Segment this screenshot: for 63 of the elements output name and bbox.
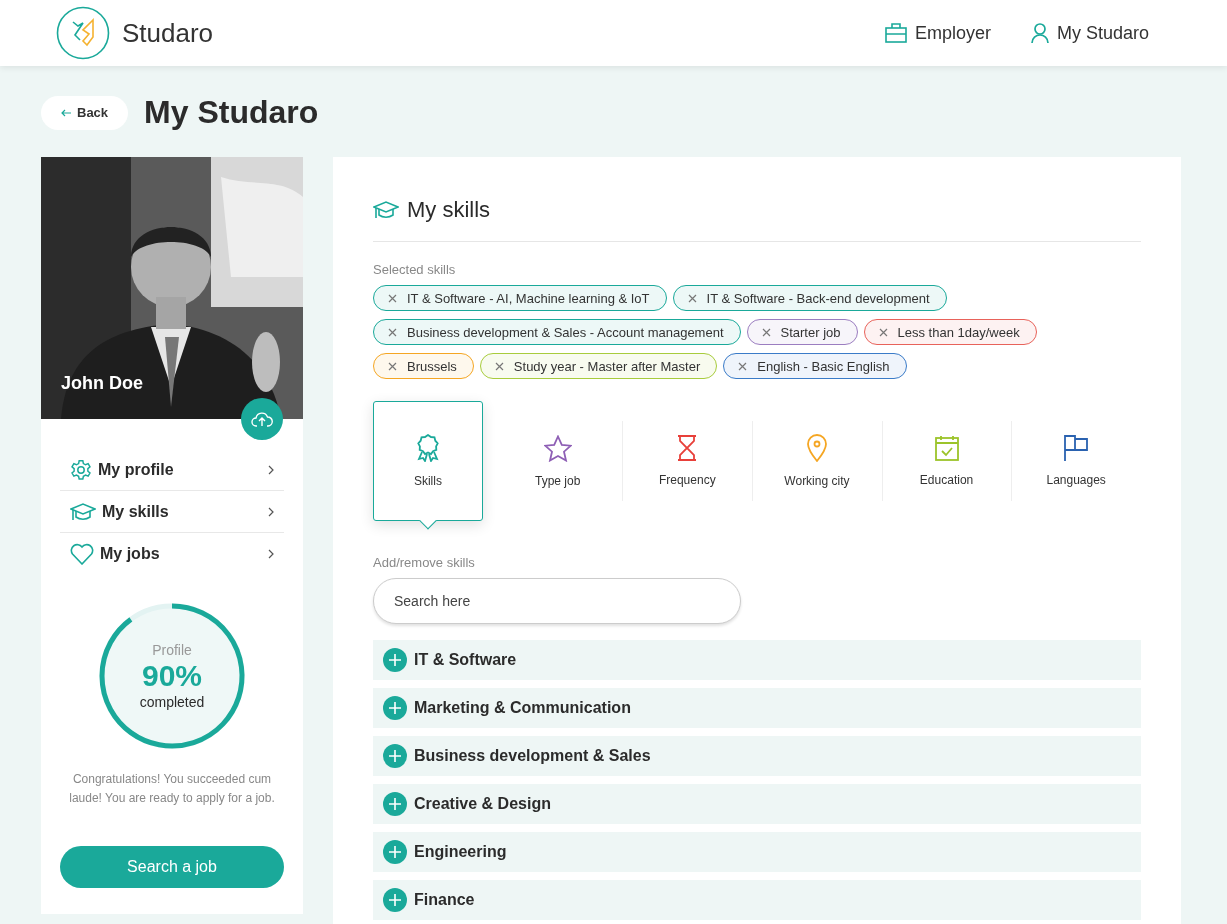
graduation-cap-icon xyxy=(373,200,399,220)
skill-tag[interactable]: English - Basic English xyxy=(723,353,907,379)
plus-icon xyxy=(383,888,407,912)
close-icon[interactable] xyxy=(494,361,504,371)
back-button[interactable]: Back xyxy=(41,95,129,130)
close-icon[interactable] xyxy=(388,361,397,371)
category-tab[interactable]: Working city xyxy=(752,401,882,521)
plus-icon xyxy=(383,744,407,768)
user-icon xyxy=(1030,23,1049,43)
arrow-left-icon xyxy=(61,108,71,117)
page-title: My Studaro xyxy=(144,94,319,131)
menu-item[interactable]: My skills xyxy=(60,491,284,533)
close-icon[interactable] xyxy=(761,327,771,337)
plus-icon xyxy=(383,648,407,672)
nav-link[interactable]: My Studaro xyxy=(1030,22,1149,44)
menu-item[interactable]: My profile xyxy=(60,449,284,491)
category-tab[interactable]: Education xyxy=(881,401,1012,521)
briefcase-icon xyxy=(884,23,907,43)
progress-label: Profile xyxy=(152,642,192,658)
close-icon[interactable] xyxy=(738,361,748,371)
profile-name: John Doe xyxy=(61,373,143,394)
search-field[interactable]: Search here xyxy=(373,578,741,624)
chevron-right-icon xyxy=(268,548,274,559)
progress-value: 90% xyxy=(141,658,202,694)
skill-tag[interactable]: IT & Software - Back-end development xyxy=(672,285,947,311)
upload-button[interactable] xyxy=(241,398,283,440)
nav-link[interactable]: Employer xyxy=(884,22,991,44)
chevron-right-icon xyxy=(268,506,274,517)
congratulations-message: Congratulations! You succeeded cum laude! You are ready to apply for a job. xyxy=(68,771,276,807)
skill-tag[interactable]: Less than 1day/week xyxy=(863,319,1037,345)
chevron-right-icon xyxy=(268,464,274,475)
category-row[interactable]: Finance xyxy=(373,880,1141,920)
progress-caption: completed xyxy=(139,694,205,710)
category-tab[interactable]: Type job xyxy=(492,401,623,521)
brand-name: Studaro xyxy=(122,17,214,49)
settings-icon xyxy=(70,458,92,481)
heart-icon xyxy=(70,542,94,565)
skill-tag[interactable]: IT & Software - AI, Machine learning & IoT xyxy=(373,285,667,311)
menu-item[interactable]: My jobs xyxy=(60,533,284,574)
category-row[interactable]: IT & Software xyxy=(373,640,1141,680)
logo-icon[interactable] xyxy=(56,6,110,60)
category-row[interactable]: Engineering xyxy=(373,832,1141,872)
selected-skills-label: Selected skills xyxy=(373,262,457,277)
plus-icon xyxy=(383,840,407,864)
skill-tag[interactable]: Business development & Sales - Account management xyxy=(373,319,741,345)
plus-icon xyxy=(383,792,407,816)
skill-tag[interactable]: Starter job xyxy=(746,319,858,345)
plus-icon xyxy=(383,696,407,720)
category-row[interactable]: Marketing & Communication xyxy=(373,688,1141,728)
close-icon[interactable] xyxy=(687,293,697,303)
category-tab[interactable]: Frequency xyxy=(622,401,753,521)
close-icon[interactable] xyxy=(388,293,397,303)
category-tab[interactable]: Languages xyxy=(1011,401,1141,521)
category-row[interactable]: Business development & Sales xyxy=(373,736,1141,776)
skill-tag[interactable]: Brussels xyxy=(373,353,474,379)
category-row[interactable]: Creative & Design xyxy=(373,784,1141,824)
skill-tag[interactable]: Study year - Master after Master xyxy=(479,353,718,379)
search-label: Add/remove skills xyxy=(373,555,476,570)
close-icon[interactable] xyxy=(388,327,397,337)
cloud-upload-icon xyxy=(251,411,273,427)
graduation-cap-icon xyxy=(70,501,96,522)
section-title: My skills xyxy=(407,197,491,223)
close-icon[interactable] xyxy=(878,327,888,337)
